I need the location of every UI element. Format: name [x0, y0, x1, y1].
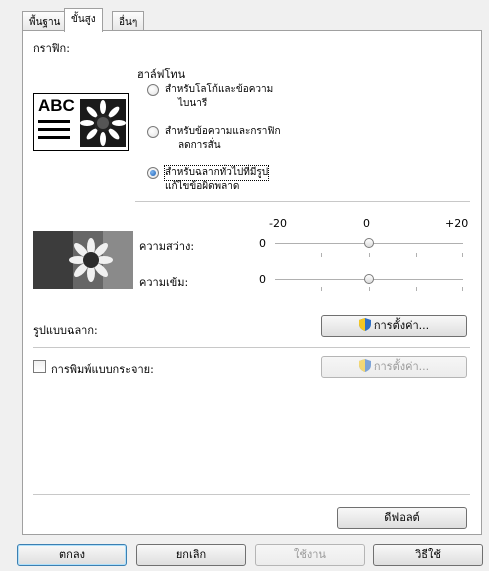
help-button-label: วิธีใช้ — [415, 548, 441, 561]
cancel-button[interactable]: ยกเลิก — [136, 544, 246, 566]
halftone-option-text-graphic-radio[interactable] — [147, 126, 159, 138]
distributed-settings-label: การตั้งค่า... — [373, 360, 430, 373]
brightness-tick — [416, 253, 417, 257]
tab-panel-advanced: กราฟิก: ฮาล์ฟโทน ABC สำหรับโลโก้และข้อคว… — [22, 30, 482, 535]
apply-button-label: ใช้งาน — [294, 548, 326, 561]
sunflower-photo-icon — [33, 231, 133, 289]
default-button-label: ดีฟอลต์ — [384, 511, 420, 524]
halftone-option-logo-text-line2[interactable]: ไบนารี — [178, 97, 207, 111]
default-button[interactable]: ดีฟอลต์ — [337, 507, 467, 529]
brightness-tick — [321, 253, 322, 257]
tab-advanced[interactable]: ขั้นสูง — [64, 8, 103, 32]
label-format-divider — [33, 347, 470, 348]
sample-line — [38, 136, 70, 139]
tab-basic[interactable]: พื้นฐาน — [22, 11, 68, 31]
halftone-option-photo-radio[interactable] — [147, 167, 159, 179]
contrast-tick — [416, 287, 417, 291]
contrast-tick — [462, 287, 463, 291]
graphics-divider — [135, 201, 470, 202]
photo-preview-image — [33, 231, 133, 289]
scale-mid-label: 0 — [363, 217, 370, 230]
sample-line — [38, 120, 70, 123]
cancel-button-label: ยกเลิก — [175, 548, 207, 561]
tab-other[interactable]: อื่นๆ — [112, 11, 145, 31]
sample-abc-text: ABC — [38, 96, 75, 115]
contrast-tick — [321, 287, 322, 291]
brightness-slider-thumb[interactable] — [364, 238, 374, 248]
tab-advanced-label: ขั้นสูง — [71, 14, 96, 25]
halftone-label: ฮาล์ฟโทน — [137, 68, 186, 81]
halftone-option-logo-text-radio[interactable] — [147, 84, 159, 96]
contrast-slider-thumb[interactable] — [364, 274, 374, 284]
label-format-settings-label: การตั้งค่า... — [373, 319, 430, 332]
halftone-option-logo-text-line1[interactable]: สำหรับโลโก้และข้อความ — [165, 83, 273, 97]
distributed-settings-button[interactable]: การตั้งค่า... — [321, 356, 467, 378]
bottom-divider — [33, 494, 470, 495]
halftone-sample-image: ABC — [33, 93, 129, 151]
brightness-label: ความสว่าง: — [139, 240, 195, 253]
contrast-value: 0 — [259, 273, 266, 286]
label-format-label: รูปแบบฉลาก: — [33, 324, 98, 337]
scale-max-label: +20 — [445, 217, 469, 230]
tab-other-label: อื่นๆ — [119, 17, 138, 28]
graphics-label: กราฟิก: — [33, 42, 70, 55]
brightness-tick — [462, 253, 463, 257]
sunflower-halftone-icon — [80, 99, 126, 147]
tab-basic-label: พื้นฐาน — [29, 17, 61, 28]
brightness-tick — [369, 253, 370, 257]
ok-button-label: ตกลง — [59, 548, 85, 561]
help-button[interactable]: วิธีใช้ — [373, 544, 483, 566]
halftone-option-photo-line2[interactable]: แก้ไขข้อผิดพลาด — [165, 180, 239, 194]
brightness-value: 0 — [259, 237, 266, 250]
uac-shield-icon — [358, 359, 371, 372]
ok-button[interactable]: ตกลง — [17, 544, 127, 566]
apply-button[interactable]: ใช้งาน — [255, 544, 365, 566]
halftone-option-text-graphic-line1[interactable]: สำหรับข้อความและกราฟิก — [165, 125, 281, 139]
contrast-tick — [369, 287, 370, 291]
distributed-printing-label[interactable]: การพิมพ์แบบกระจาย: — [51, 360, 154, 378]
halftone-option-text-graphic-line2[interactable]: ลดการสั่น — [178, 139, 221, 153]
label-format-settings-button[interactable]: การตั้งค่า... — [321, 315, 467, 337]
sample-line — [38, 128, 70, 131]
distributed-printing-checkbox[interactable] — [33, 360, 46, 373]
halftone-option-photo-line1[interactable]: สำหรับฉลากทั่วไปที่มีรูป — [163, 165, 270, 181]
uac-shield-icon — [358, 318, 371, 331]
contrast-label: ความเข้ม: — [139, 276, 189, 289]
scale-min-label: -20 — [269, 217, 287, 230]
